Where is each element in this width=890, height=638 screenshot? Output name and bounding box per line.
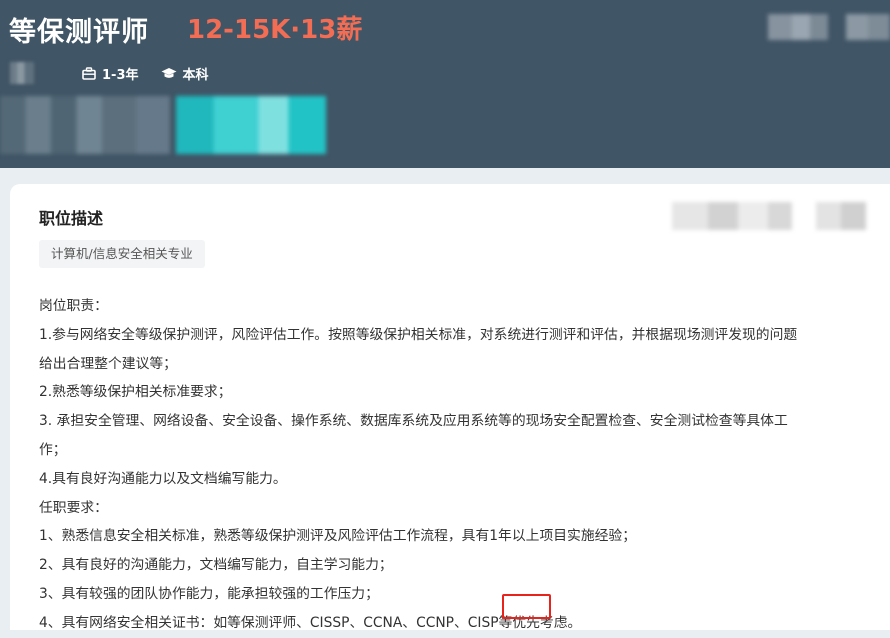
blurred-location <box>10 62 34 84</box>
description-line: 4、具有网络安全相关证书：如等保测评师、CISSP、CCNA、CCNP、CISP… <box>39 614 582 631</box>
job-header: 等保测评师 12-15K·13薪 1-3年 本科 <box>0 0 890 168</box>
description-line: 3、具有较强的团队协作能力，能承担较强的工作压力； <box>39 585 379 602</box>
blurred-header-action-2 <box>846 14 890 40</box>
graduation-cap-icon <box>161 67 176 78</box>
blurred-company-tags <box>0 96 330 154</box>
description-line: 3. 承担安全管理、网络设备、安全设备、操作系统、数据库系统及应用系统等的现场安… <box>39 413 788 430</box>
salary: 12-15K·13薪 <box>187 15 363 45</box>
description-line: 岗位职责： <box>39 298 108 314</box>
blurred-button <box>176 96 326 154</box>
job-meta-row: 1-3年 本科 <box>10 60 231 86</box>
job-title: 等保测评师 <box>9 17 149 48</box>
description-line: 1、熟悉信息安全相关标准，熟悉等级保护测评及风险评估工作流程，具有1年以上项目实… <box>39 528 637 545</box>
description-line: 4.具有良好沟通能力以及文档编写能力。 <box>39 470 287 487</box>
briefcase-icon <box>82 66 96 80</box>
experience-requirement: 1-3年 <box>82 64 139 83</box>
education-text: 本科 <box>182 67 209 83</box>
experience-text: 1-3年 <box>102 67 139 83</box>
description-line: 给出合理整个建议等； <box>39 355 177 372</box>
job-description-card: 职位描述 计算机/信息安全相关专业 岗位职责： 1.参与网络安全等级保护测评，风… <box>10 184 890 631</box>
description-line: 2、具有良好的沟通能力，文档编写能力，自主学习能力； <box>39 557 393 574</box>
job-description-text: 岗位职责： 1.参与网络安全等级保护测评，风险评估工作。按照等级保护相关标准，对… <box>39 292 879 638</box>
description-line: 2.熟悉等级保护相关标准要求； <box>39 384 232 401</box>
description-line: 1.参与网络安全等级保护测评，风险评估工作。按照等级保护相关标准，对系统进行测评… <box>39 326 798 343</box>
description-line: 作； <box>39 441 67 458</box>
blurred-tag <box>0 96 170 154</box>
blurred-card-info <box>672 202 792 230</box>
skill-tag: 计算机/信息安全相关专业 <box>39 240 205 268</box>
education-requirement: 本科 <box>161 64 209 83</box>
section-title: 职位描述 <box>39 209 104 228</box>
blurred-card-info-2 <box>816 202 866 230</box>
blurred-header-action <box>768 14 828 40</box>
description-line: 任职要求： <box>39 499 108 516</box>
